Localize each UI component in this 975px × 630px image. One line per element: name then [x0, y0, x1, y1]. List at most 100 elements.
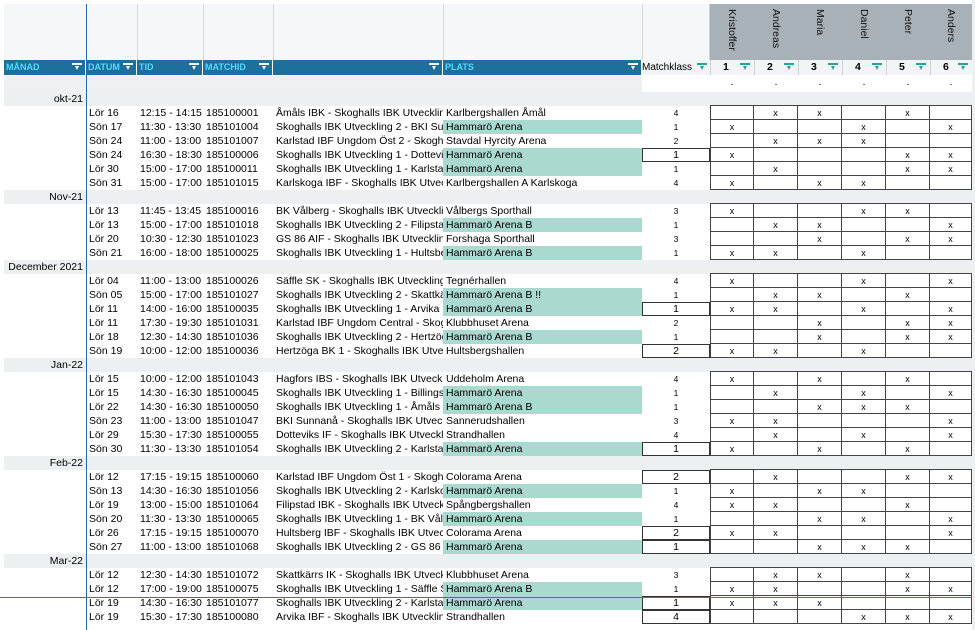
matchid-cell[interactable]: 185101056	[203, 484, 273, 498]
availability-cell[interactable]	[798, 120, 842, 134]
matchid-cell[interactable]: 185100080	[203, 610, 273, 624]
tid-cell[interactable]: 15:00 - 17:00	[137, 162, 203, 176]
availability-cell[interactable]: x	[754, 246, 798, 260]
filter-icon[interactable]	[72, 63, 82, 71]
header-player-num[interactable]: 3	[798, 60, 842, 75]
matchid-cell[interactable]: 185101031	[203, 316, 273, 330]
availability-cell[interactable]: x	[886, 470, 930, 484]
plats-cell[interactable]: Uddeholm Arena	[443, 372, 642, 386]
header-player-num[interactable]: 2	[754, 60, 798, 75]
availability-cell[interactable]	[842, 148, 886, 162]
availability-cell[interactable]	[710, 232, 754, 246]
match-cell[interactable]: Skoghalls IBK Utveckling 2 - Karlskoga I…	[273, 484, 443, 498]
matchid-cell[interactable]: 185101047	[203, 414, 273, 428]
availability-cell[interactable]	[930, 372, 972, 386]
availability-cell[interactable]	[842, 568, 886, 582]
availability-cell[interactable]	[930, 540, 972, 554]
match-cell[interactable]: Hultsberg IBF - Skoghalls IBK Utveckling…	[273, 526, 443, 540]
datum-cell[interactable]: Lör 19	[86, 610, 137, 624]
matchid-cell[interactable]: 185100035	[203, 302, 273, 316]
availability-cell[interactable]	[754, 120, 798, 134]
availability-cell[interactable]	[710, 218, 754, 232]
tid-cell[interactable]: 13:00 - 15:00	[137, 498, 203, 512]
availability-cell[interactable]	[754, 204, 798, 218]
datum-cell[interactable]: Lör 12	[86, 582, 137, 596]
tid-cell[interactable]: 17:15 - 19:15	[137, 526, 203, 540]
match-cell[interactable]: Säffle SK - Skoghalls IBK Utveckling 1	[273, 274, 443, 288]
plats-cell[interactable]: Hammarö Arena	[443, 386, 642, 400]
match-cell[interactable]: Skoghalls IBK Utveckling 2 - Filipstad I…	[273, 218, 443, 232]
availability-cell[interactable]	[798, 162, 842, 176]
player-name-cell[interactable]: Andreas	[754, 4, 799, 60]
matchid-cell[interactable]: 185101015	[203, 176, 273, 190]
filter-icon[interactable]	[958, 63, 968, 71]
matchid-cell[interactable]: 185100006	[203, 148, 273, 162]
month-cell[interactable]: Feb-22	[4, 456, 86, 470]
matchklass-cell[interactable]: 1	[642, 162, 710, 176]
availability-cell[interactable]: x	[754, 302, 798, 316]
availability-cell[interactable]	[930, 288, 972, 302]
availability-cell[interactable]: x	[930, 330, 972, 344]
availability-cell[interactable]	[930, 204, 972, 218]
availability-cell[interactable]	[798, 302, 842, 316]
plats-cell[interactable]: Hammarö Arena	[443, 540, 642, 554]
availability-cell[interactable]: x	[798, 442, 842, 456]
availability-cell[interactable]	[710, 316, 754, 330]
filter-icon[interactable]	[123, 63, 133, 71]
availability-cell[interactable]: x	[886, 204, 930, 218]
availability-cell[interactable]: x	[754, 218, 798, 232]
datum-cell[interactable]: Sön 19	[86, 344, 137, 358]
availability-cell[interactable]: x	[930, 470, 972, 484]
datum-cell[interactable]: Lör 15	[86, 372, 137, 386]
matchid-cell[interactable]: 185101023	[203, 232, 273, 246]
availability-cell[interactable]	[798, 204, 842, 218]
availability-cell[interactable]	[798, 274, 842, 288]
datum-cell[interactable]: Lör 29	[86, 428, 137, 442]
matchklass-cell[interactable]: 1	[642, 596, 710, 610]
matchklass-cell[interactable]: 3	[642, 204, 710, 218]
availability-cell[interactable]: x	[798, 316, 842, 330]
datum-cell[interactable]: Sön 20	[86, 512, 137, 526]
matchklass-cell[interactable]: 2	[642, 134, 710, 148]
availability-cell[interactable]	[842, 288, 886, 302]
availability-cell[interactable]	[798, 386, 842, 400]
tid-cell[interactable]: 15:00 - 17:00	[137, 176, 203, 190]
availability-cell[interactable]: x	[798, 288, 842, 302]
plats-cell[interactable]: Spångbergshallen	[443, 498, 642, 512]
matchid-cell[interactable]: 185101072	[203, 568, 273, 582]
player-name-cell[interactable]: Daniel	[842, 4, 887, 60]
availability-cell[interactable]: x	[798, 596, 842, 610]
matchid-cell[interactable]: 185100055	[203, 428, 273, 442]
datum-cell[interactable]: Lör 30	[86, 162, 137, 176]
availability-cell[interactable]: x	[710, 204, 754, 218]
player-name-cell[interactable]: Maria	[798, 4, 843, 60]
header-tid[interactable]: TID	[137, 60, 203, 75]
availability-cell[interactable]: x	[842, 386, 886, 400]
availability-cell[interactable]: x	[754, 414, 798, 428]
availability-cell[interactable]: x	[930, 148, 972, 162]
matchid-cell[interactable]: 185100026	[203, 274, 273, 288]
plats-cell[interactable]: Hammarö Arena B !!	[443, 288, 642, 302]
tid-cell[interactable]: 17:30 - 19:30	[137, 316, 203, 330]
availability-cell[interactable]: x	[886, 106, 930, 120]
availability-cell[interactable]	[754, 176, 798, 190]
plats-cell[interactable]: Hammarö Arena B	[443, 246, 642, 260]
plats-cell[interactable]: Hammarö Arena	[443, 484, 642, 498]
availability-cell[interactable]: x	[754, 106, 798, 120]
availability-cell[interactable]	[710, 106, 754, 120]
match-cell[interactable]: Skoghalls IBK Utveckling 1 - Hultsbergs …	[273, 246, 443, 260]
plats-cell[interactable]: Stavdal Hyrcity Arena	[443, 134, 642, 148]
plats-cell[interactable]: Colorama Arena	[443, 470, 642, 484]
matchklass-cell[interactable]: 2	[642, 526, 710, 540]
filter-icon[interactable]	[916, 63, 926, 71]
availability-cell[interactable]	[886, 484, 930, 498]
matchklass-cell[interactable]: 1	[642, 218, 710, 232]
matchklass-cell[interactable]: 2	[642, 470, 710, 484]
availability-cell[interactable]	[842, 162, 886, 176]
availability-cell[interactable]: x	[930, 512, 972, 526]
availability-cell[interactable]: x	[930, 120, 972, 134]
availability-cell[interactable]	[886, 414, 930, 428]
datum-cell[interactable]: Lör 19	[86, 596, 137, 610]
availability-cell[interactable]: x	[886, 162, 930, 176]
availability-cell[interactable]	[886, 120, 930, 134]
